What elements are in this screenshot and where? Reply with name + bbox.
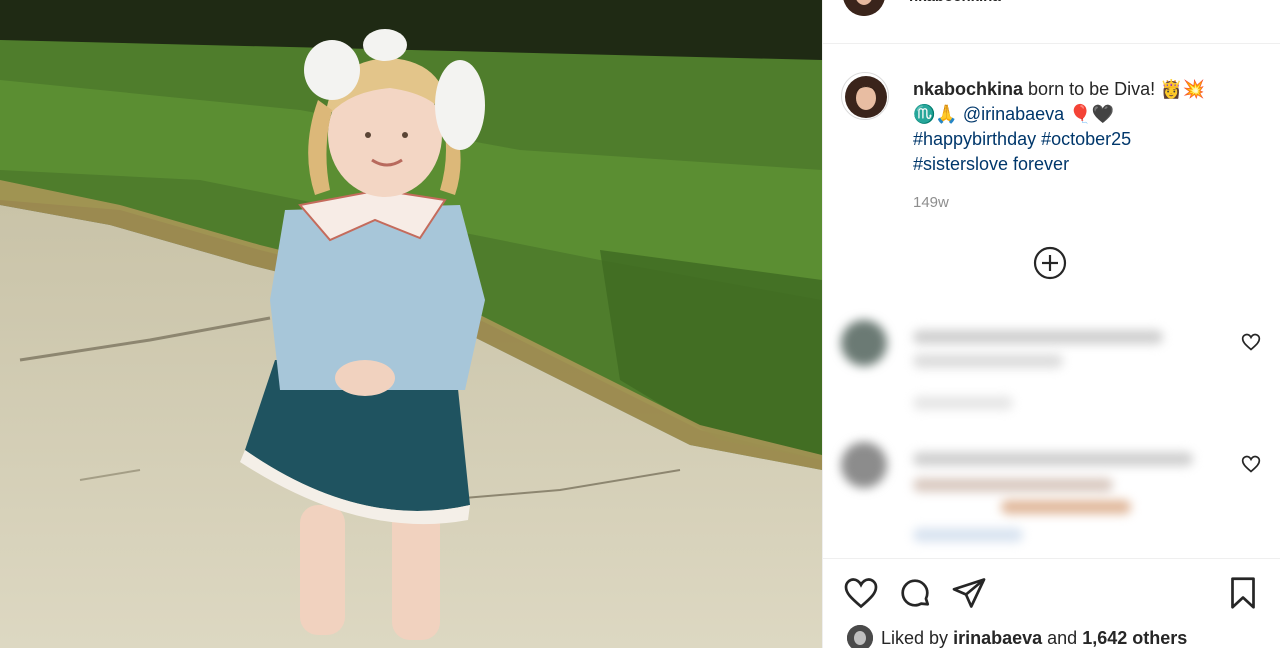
likes-text: Liked by irinabaeva and 1,642 others	[881, 628, 1187, 648]
comment-meta-blurred	[913, 396, 1013, 410]
paper-plane-icon	[952, 578, 986, 608]
post-side-panel: nkabochkina nkabochkina born to be Diva!…	[822, 0, 1280, 648]
avatar-portrait-icon	[843, 0, 885, 16]
comment-like-button[interactable]	[1241, 332, 1261, 352]
avatar-portrait-icon	[845, 76, 887, 118]
heart-icon	[844, 578, 878, 609]
share-button[interactable]	[951, 575, 987, 611]
bookmark-icon	[1231, 577, 1255, 609]
comment-button[interactable]	[897, 575, 933, 611]
comment-text-blurred	[1001, 500, 1131, 514]
photo-illustration	[0, 0, 822, 648]
like-button[interactable]	[843, 575, 879, 611]
hashtag-october25[interactable]: #october25	[1041, 129, 1131, 149]
header-username[interactable]: nkabochkina	[909, 0, 1001, 5]
load-more-comments-button[interactable]	[1033, 246, 1067, 280]
comment-avatar[interactable]	[841, 442, 887, 488]
post-timestamp[interactable]: 149w	[913, 194, 949, 211]
post-photo[interactable]	[0, 0, 822, 648]
post-header: nkabochkina	[823, 0, 1280, 44]
comment-text-blurred	[913, 330, 1163, 344]
heart-icon	[1241, 333, 1261, 351]
caption-message: born to be Diva!	[1028, 79, 1156, 99]
comment-text-blurred	[913, 452, 1193, 466]
caption-emoji-3: 🎈🖤	[1069, 104, 1115, 124]
liker-username[interactable]: irinabaeva	[953, 628, 1042, 648]
caption-avatar[interactable]	[841, 72, 889, 120]
comment-like-button[interactable]	[1241, 454, 1261, 474]
save-button[interactable]	[1225, 575, 1261, 611]
comment-text-blurred	[913, 478, 1113, 492]
comment-avatar[interactable]	[841, 320, 887, 366]
likes-prefix: Liked by	[881, 628, 949, 648]
heart-icon	[1241, 455, 1261, 473]
caption-text: nkabochkina born to be Diva! 👸💥 ♏🙏 @irin…	[913, 77, 1243, 177]
hashtag-happybirthday[interactable]: #happybirthday	[913, 129, 1036, 149]
post-actions-bar: Liked by irinabaeva and 1,642 others	[823, 558, 1280, 648]
comment-text-blurred	[913, 354, 1063, 368]
avatar-portrait-icon	[847, 625, 873, 648]
hashtag-sistersloveforever[interactable]: #sisterslove forever	[913, 154, 1069, 174]
likes-count-link[interactable]: 1,642 others	[1082, 628, 1187, 648]
comment-icon	[901, 579, 930, 607]
likes-and: and	[1047, 628, 1078, 648]
caption-emoji-1: 👸💥	[1160, 79, 1205, 99]
instagram-post-view: nkabochkina nkabochkina born to be Diva!…	[0, 0, 1280, 648]
liker-avatar[interactable]	[847, 625, 873, 648]
caption-mention[interactable]: @irinabaeva	[963, 104, 1064, 124]
comment-item	[841, 442, 1261, 552]
comment-item	[841, 320, 1261, 420]
plus-circle-icon	[1033, 246, 1067, 280]
caption-emoji-2: ♏🙏	[913, 104, 958, 124]
caption-username[interactable]: nkabochkina	[913, 79, 1023, 99]
comment-meta-blurred	[913, 528, 1023, 542]
header-avatar[interactable]	[843, 0, 885, 16]
